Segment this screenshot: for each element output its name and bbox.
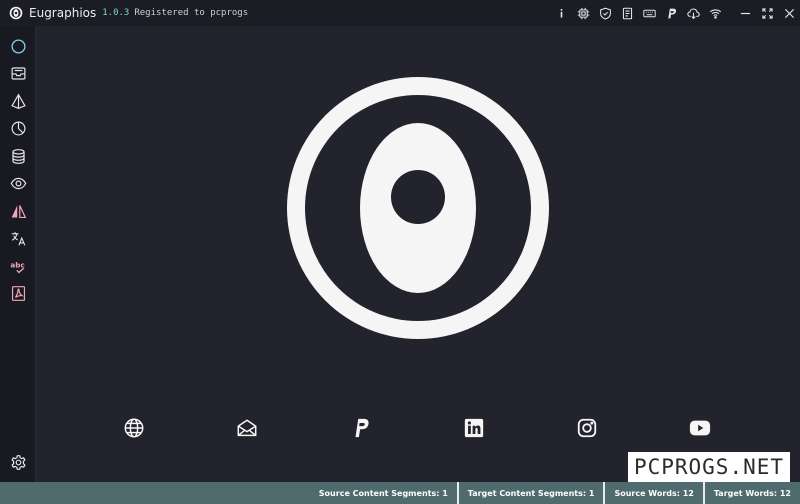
document-button[interactable] [616, 0, 638, 26]
minimize-icon [740, 12, 750, 14]
email-link[interactable] [234, 415, 260, 441]
chip-icon [577, 7, 589, 19]
mirror-icon [11, 204, 26, 218]
prism-icon [10, 93, 26, 109]
eye-icon [10, 177, 26, 189]
main-area [36, 26, 800, 482]
sidebar-item-spellcheck[interactable]: abc [0, 253, 36, 279]
paypal-link[interactable] [348, 415, 374, 441]
mail-icon [237, 419, 257, 437]
keyboard-button[interactable] [638, 0, 660, 26]
status-bar: Source Content Segments: 1 Target Conten… [0, 482, 800, 504]
fullscreen-button[interactable] [756, 0, 778, 26]
eugraphios-logo [287, 77, 549, 339]
sidebar-item-home[interactable] [0, 33, 36, 59]
instagram-icon [577, 418, 597, 438]
sidebar-item-prism[interactable] [0, 88, 36, 114]
sidebar: abc [0, 26, 36, 482]
minimize-button[interactable] [734, 0, 756, 26]
source-words-count: Source Words: 12 [603, 482, 702, 504]
globe-icon [124, 418, 144, 438]
sidebar-item-translate[interactable] [0, 225, 36, 251]
inbox-icon [11, 66, 25, 80]
watermark: PCPROGS.NET [628, 452, 790, 482]
wifi-button[interactable] [704, 0, 726, 26]
sidebar-item-inbox[interactable] [0, 60, 36, 86]
document-icon [622, 7, 632, 19]
target-words-count: Target Words: 12 [702, 482, 800, 504]
info-icon [560, 8, 562, 18]
wifi-icon [709, 8, 721, 19]
paypal-icon [355, 418, 369, 438]
source-segments-count: Source Content Segments: 1 [318, 488, 448, 498]
fullscreen-icon [761, 7, 773, 19]
translate-icon [11, 231, 25, 246]
shield-icon [599, 7, 611, 20]
keyboard-icon [642, 9, 656, 17]
database-icon [11, 148, 25, 164]
instagram-link[interactable] [574, 415, 600, 441]
sidebar-item-pdf[interactable] [0, 280, 36, 306]
close-button[interactable] [778, 0, 800, 26]
sidebar-item-preview[interactable] [0, 170, 36, 196]
paypal-icon [667, 8, 676, 18]
svg-text:abc: abc [10, 260, 24, 269]
chip-button[interactable] [572, 0, 594, 26]
gear-icon [10, 454, 26, 470]
app-logo-icon [9, 6, 23, 20]
linkedin-icon [464, 418, 484, 438]
sidebar-item-statistics[interactable] [0, 115, 36, 141]
cloud-download-icon [686, 8, 700, 19]
registration-text: Registered to pcprogs [134, 8, 249, 18]
settings-button[interactable] [0, 449, 36, 475]
spellcheck-icon: abc [10, 260, 24, 273]
cloud-download-button[interactable] [682, 0, 704, 26]
target-segments-count: Target Content Segments: 1 [456, 482, 604, 504]
pdf-icon [11, 285, 25, 301]
app-title: Eugraphios [29, 6, 97, 20]
website-link[interactable] [121, 415, 147, 441]
youtube-icon [689, 420, 711, 436]
shield-button[interactable] [594, 0, 616, 26]
sidebar-item-mirror[interactable] [0, 198, 36, 224]
circle-icon [10, 38, 26, 54]
info-button[interactable] [550, 0, 572, 26]
title-bar-toolbar [550, 0, 800, 26]
sidebar-item-database[interactable] [0, 143, 36, 169]
paypal-button[interactable] [660, 0, 682, 26]
linkedin-link[interactable] [461, 415, 487, 441]
pie-chart-icon [11, 121, 25, 135]
title-bar: Eugraphios 1.0.3 Registered to pcprogs [0, 0, 800, 26]
close-icon [784, 8, 794, 18]
youtube-link[interactable] [687, 415, 713, 441]
app-version: 1.0.3 [102, 8, 130, 18]
